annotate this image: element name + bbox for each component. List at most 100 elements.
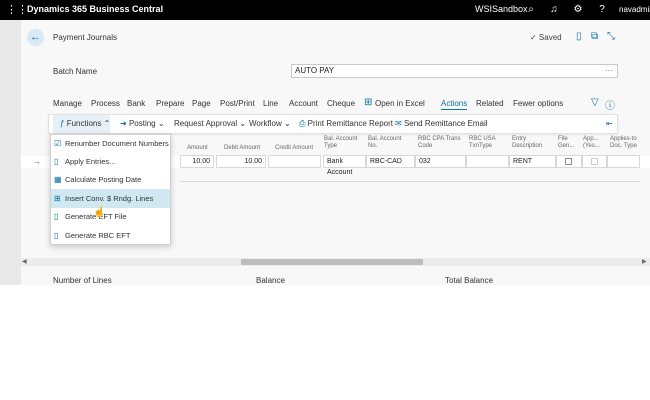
bell-icon[interactable]: ♫ [548,3,560,17]
menu-open-in-excel[interactable]: Open in Excel [375,99,425,108]
balance-label: Balance [256,276,285,285]
functions-label: Functions [66,119,102,128]
col-approved[interactable]: App... (Yes... [583,136,605,150]
send-icon: ✉ [395,119,402,128]
menu-item-label: Insert Conv. $ Rndg. Lines [65,194,154,203]
open-new-window-icon[interactable]: ⧉ [591,31,598,42]
menu-item-label: Generate RBC EFT [65,231,131,240]
cell-debit-amount[interactable]: 10.00 [216,155,266,168]
scroll-left-icon[interactable]: ◀ [22,258,27,265]
cell-bal-account-no[interactable]: RBC-CAD [366,155,415,168]
menu-cheque[interactable]: Cheque [327,99,355,108]
info-icon[interactable]: ⓘ [605,97,615,112]
cell-applies-to-doc-type[interactable] [607,155,640,168]
renumber-icon: ☑ [54,139,62,148]
menu-fewer-options[interactable]: Fewer options [513,99,563,108]
scroll-right-icon[interactable]: ▶ [642,258,647,265]
send-remittance-button[interactable]: ✉ Send Remittance Email [395,119,488,128]
menu-account[interactable]: Account [289,99,318,108]
menu-manage[interactable]: Manage [53,99,82,108]
print-remittance-button[interactable]: ⎙ Print Remittance Report [299,119,393,129]
menu-item-label: Renumber Document Numbers [65,139,169,148]
cell-credit-amount[interactable] [268,155,321,168]
menu-item-label: Calculate Posting Date [65,175,142,184]
document-icon: ▯ [54,212,59,221]
request-approval-button[interactable]: Request Approval ⌄ [174,119,246,128]
collapse-icon[interactable]: ⤡ [607,31,615,42]
posting-icon: ➜ [120,119,127,128]
menu-page[interactable]: Page [192,99,211,108]
menu-item-generate-rbc-eft[interactable]: ▯ Generate RBC EFT [51,226,170,245]
workflow-label: Workflow [249,119,282,128]
col-credit-amount[interactable]: Credit Amount [275,145,313,152]
empty-row[interactable] [180,168,640,182]
back-button[interactable]: ← [27,29,44,46]
filter-icon[interactable]: ▽ [591,97,599,108]
workflow-button[interactable]: Workflow ⌄ [249,119,291,128]
menu-item-insert-conv-rndg-lines[interactable]: ⊞ Insert Conv. $ Rndg. Lines [51,189,170,208]
menu-bank[interactable]: Bank [127,99,145,108]
batch-name-field[interactable]: AUTO PAY ··· [291,64,618,78]
col-entry-description[interactable]: Entry Description [512,136,552,150]
cell-entry-description[interactable]: RENT [509,155,556,168]
col-applies-to-doc-type[interactable]: Applies-to Doc. Type [610,136,646,150]
col-debit-amount[interactable]: Debit Amount [224,145,260,152]
insert-lines-icon: ⊞ [54,194,61,203]
scrollbar-thumb[interactable] [241,259,423,265]
mouse-cursor-icon: ☝ [93,207,106,218]
document-icon: ▯ [54,231,59,240]
col-file-generated[interactable]: File Gen... [558,136,580,150]
environment-name: WSISandbox [475,4,528,14]
row-arrow-icon: → [33,157,41,166]
app-title[interactable]: Dynamics 365 Business Central [27,4,163,14]
menu-item-generate-eft-file[interactable]: ▯ Generate EFT File [51,207,170,226]
calendar-icon: ▦ [54,175,62,184]
menu-line[interactable]: Line [263,99,278,108]
help-icon[interactable]: ? [596,3,608,17]
menu-item-label: Apply Entries... [65,157,116,166]
menu-post-print[interactable]: Post/Print [220,99,255,108]
bookmark-icon[interactable]: ▯ [576,31,582,42]
menu-process[interactable]: Process [91,99,120,108]
col-rbc-usa-txntype[interactable]: RBC USA TxnType [469,136,503,150]
menu-related[interactable]: Related [476,99,504,108]
file-generated-checkbox[interactable] [565,158,572,165]
user-name[interactable]: navadmin [619,5,650,14]
batch-name-label: Batch Name [53,67,98,76]
menu-item-apply-entries[interactable]: ▯ Apply Entries... [51,152,170,171]
col-rbc-cpa-trans-code[interactable]: RBC CPA Trans Code [418,136,464,150]
cell-rbc-usa-txntype[interactable] [466,155,509,168]
cell-amount[interactable]: 10.00 [180,155,214,168]
posting-button[interactable]: ➜ Posting ⌄ [120,119,165,128]
number-of-lines-label: Number of Lines [53,276,112,285]
request-approval-label: Request Approval [174,119,238,128]
gear-icon[interactable]: ⚙ [572,3,584,17]
approved-checkbox [591,158,598,165]
page-title: Payment Journals [53,33,118,42]
excel-icon: ⊞ [364,97,373,108]
print-icon: ⎙ [299,119,306,128]
col-bal-account-type[interactable]: Bal. Account Type [324,136,364,150]
print-remittance-label: Print Remittance Report [307,119,394,128]
menu-prepare[interactable]: Prepare [156,99,184,108]
col-amount[interactable]: Amount [187,145,208,152]
cell-rbc-cpa-trans-code[interactable]: 032 [415,155,466,168]
functions-button[interactable]: ƒ Functions ⌃ [60,119,110,128]
col-bal-account-no[interactable]: Bal. Account No. [368,136,408,150]
functions-icon: ƒ [60,119,65,128]
search-icon[interactable]: ⌕ [525,3,537,17]
cell-bal-account-type[interactable]: Bank Account [323,155,366,176]
menu-item-renumber-document-numbers[interactable]: ☑ Renumber Document Numbers [51,134,170,153]
posting-label: Posting [128,119,156,128]
batch-name-value: AUTO PAY [295,66,335,75]
top-bar: ⋮⋮ Dynamics 365 Business Central WSISand… [0,0,650,20]
menu-actions[interactable]: Actions [441,99,468,110]
saved-status: ✓ Saved [530,33,562,42]
pin-icon[interactable]: ⇤ [606,119,613,128]
lookup-icon[interactable]: ··· [605,65,613,77]
waffle-icon[interactable]: ⋮⋮ [6,4,28,16]
total-balance-label: Total Balance [445,276,494,285]
document-icon: ▯ [54,157,59,166]
menu-item-calculate-posting-date[interactable]: ▦ Calculate Posting Date [51,170,170,189]
send-remittance-label: Send Remittance Email [403,119,488,128]
